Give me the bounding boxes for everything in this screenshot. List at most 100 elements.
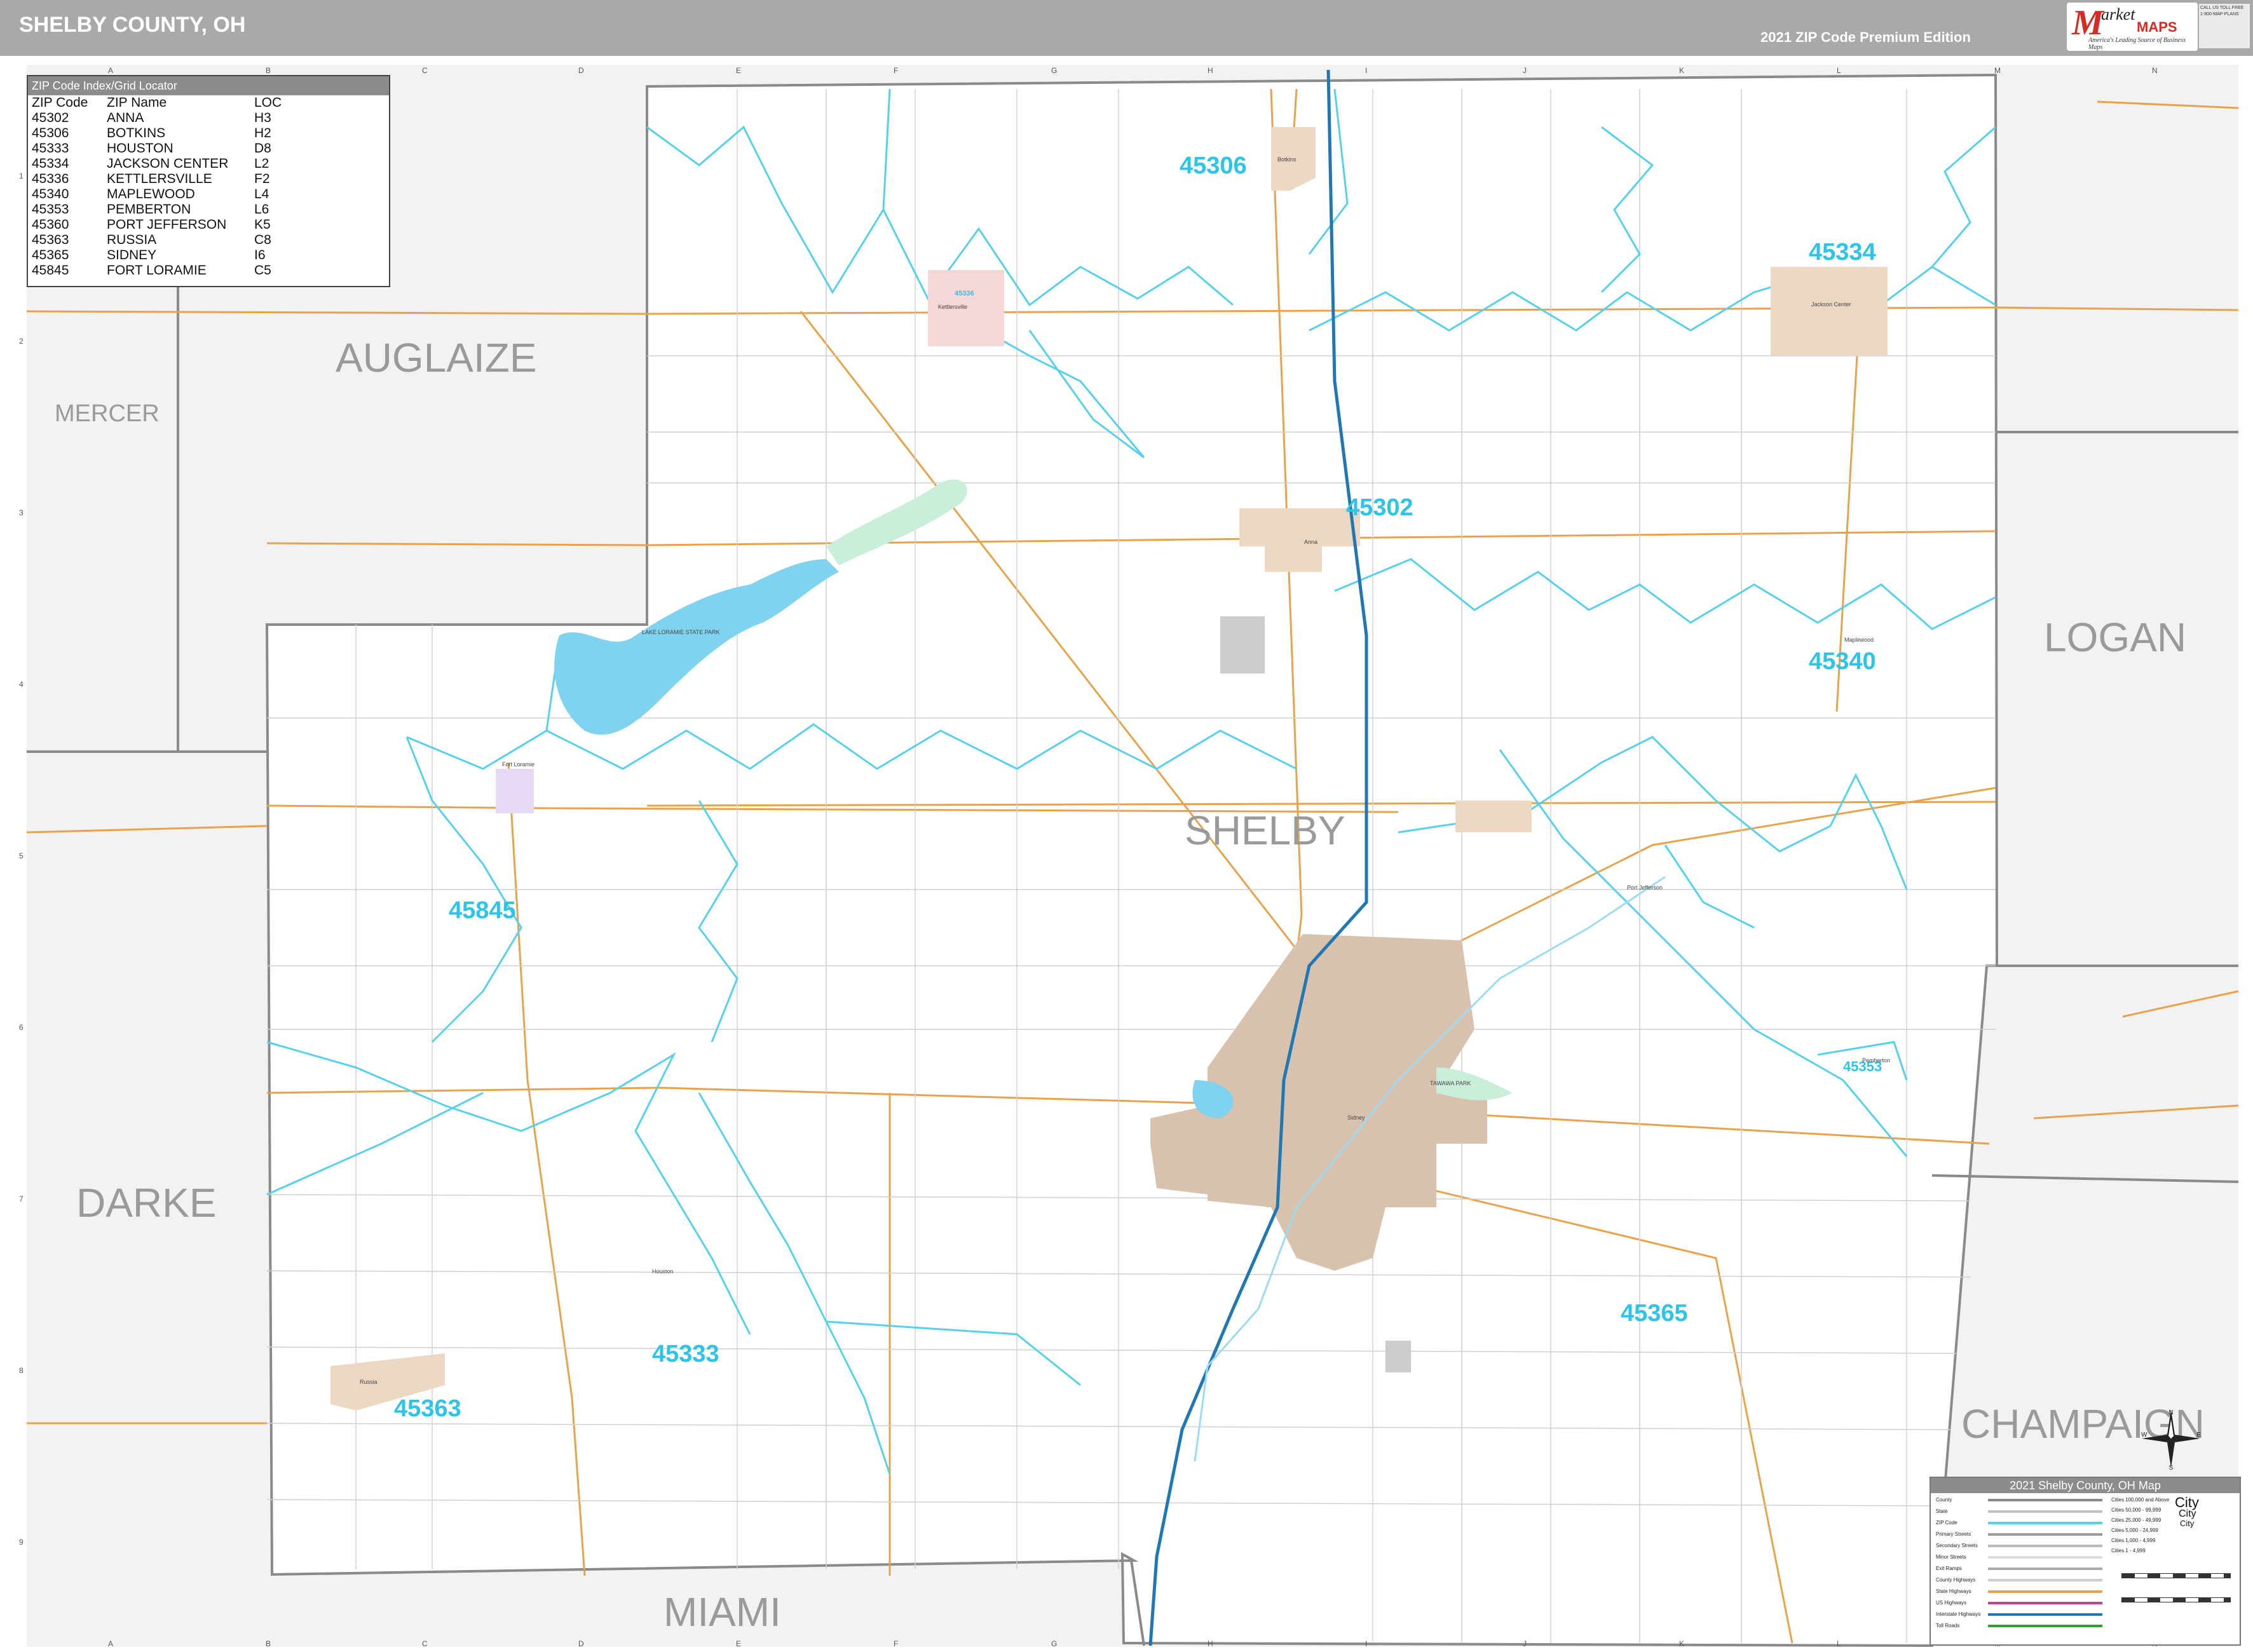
town-label-port-jefferson: Port Jefferson [1627,884,1663,891]
legend-item-label: US Highways [1936,1600,1967,1606]
zip-label-45336: 45336 [955,290,974,297]
zip-code-cell: 45336 [32,172,69,186]
table-row: 45302 ANNA H3 [31,111,284,126]
place-label-tawawa: TAWAWA PARK [1430,1080,1471,1087]
zip-index-table: ZIP Code ZIP Name LOC 45302 ANNA H3 4530… [31,95,284,278]
town-label-sidney: Sidney [1347,1114,1365,1121]
grid-col-label: B [266,66,271,75]
grid-col-label: I [1365,66,1368,75]
map-legend: 2021 Shelby County, OH Map County State … [1930,1477,2241,1646]
place-label-lake-loramie: LAKE LORAMIE STATE PARK [642,629,720,635]
county-label-mercer: MERCER [55,400,160,427]
grid-row-label: 8 [19,1366,24,1375]
compass-e: E [2196,1432,2201,1439]
grid-col-label: B [266,1639,271,1648]
header-bar: SHELBY COUNTY, OH 2021 ZIP Code Premium … [0,0,2253,56]
grid-row-label: 2 [19,337,24,346]
grid-row-label: 7 [19,1195,24,1203]
town-label-pemberton: Pemberton [1862,1057,1891,1064]
legend-item-label: Toll Roads [1936,1623,1960,1628]
zip-name-cell: FORT LORAMIE [107,263,207,278]
legend-swatch [1988,1533,2102,1536]
town-label-kettlersville: Kettlersville [938,304,968,310]
zip-name-cell: MAPLEWOOD [107,187,195,201]
grid-col-label: M [1994,66,2001,75]
town-label-anna: Anna [1304,539,1318,545]
grid-col-label: G [1051,66,1058,75]
grid-row-label: 3 [19,508,24,517]
grid-col-label: L [1837,1639,1841,1648]
compass-rose-icon: N S E W [2141,1409,2201,1470]
town-label-botkins: Botkins [1277,156,1297,163]
zip-label-45302: 45302 [1346,494,1413,521]
compass-n: N [2168,1409,2173,1416]
table-row: 45360 PORT JEFFERSON K5 [31,217,284,233]
legend-city-class: Cities 50,000 - 99,999 [2111,1507,2161,1513]
county-label-darke: DARKE [76,1180,217,1226]
zip-loc-cell: L4 [254,187,269,201]
legend-item-label: Primary Streets [1936,1531,1971,1537]
zip-label-45306: 45306 [1180,152,1247,179]
town-label-jackson-center: Jackson Center [1811,301,1851,308]
zip-loc-cell: I6 [254,248,266,262]
zip-label-45365: 45365 [1621,1300,1688,1327]
zip-loc-cell: C5 [254,263,271,278]
grid-row-label: 5 [19,851,24,860]
grid-col-label: H [1208,66,1213,75]
town-label-houston: Houston [652,1268,674,1275]
table-row: 45365 SIDNEY I6 [31,248,284,263]
grid-col-label: H [1208,1639,1213,1648]
zip-index-column-headers: ZIP Code ZIP Name LOC [31,95,284,111]
table-row: 45340 MAPLEWOOD L4 [31,187,284,202]
zip-name-cell: BOTKINS [107,126,166,140]
zip-loc-cell: C8 [254,233,271,247]
county-label-auglaize: AUGLAIZE [336,335,537,381]
legend-title: 2021 Shelby County, OH Map [1931,1478,2240,1493]
legend-item-label: Minor Streets [1936,1554,1966,1560]
legend-swatch [1988,1602,2102,1604]
legend-city-class: Cities 25,000 - 49,999 [2111,1517,2161,1523]
grid-col-label: K [1679,1639,1685,1648]
zip-name-cell: SIDNEY [107,248,157,262]
grid-col-label: G [1051,1639,1058,1648]
grid-row-label: 9 [19,1538,24,1547]
county-label-shelby: SHELBY [1185,808,1345,853]
legend-city-class: Cities 1,000 - 4,999 [2111,1538,2156,1543]
legend-swatch [1988,1567,2102,1570]
grid-row-label: 1 [19,172,24,180]
zip-index-header: ZIP Code Index/Grid Locator [27,75,390,95]
legend-swatch [1988,1522,2102,1524]
zip-loc-cell: L6 [254,202,269,217]
zip-code-cell: 45340 [32,187,69,201]
table-row: 45333 HOUSTON D8 [31,141,284,156]
grid-col-label: D [578,66,584,75]
zip-code-cell: 45333 [32,141,69,156]
zip-label-45340: 45340 [1809,648,1876,675]
contact-box: CALL US TOLL FREE 1-800-MAP-PLANS [2199,4,2250,48]
map-title: SHELBY COUNTY, OH [19,13,246,37]
logo-maps-word: MAPS [2137,19,2177,35]
grid-col-label: F [894,66,899,75]
zip-name-cell: RUSSIA [107,233,157,247]
zip-code-cell: 45334 [32,156,69,171]
grid-col-label: K [1679,66,1685,75]
zip-code-cell: 45353 [32,202,69,217]
grid-col-label: J [1523,66,1527,75]
zip-code-cell: 45302 [32,111,69,125]
grid-col-label: L [1837,66,1841,75]
grid-row-label: 4 [19,680,24,689]
legend-swatch [1988,1625,2102,1627]
legend-item-label: ZIP Code [1936,1520,1957,1526]
zip-col-header: LOC [254,95,282,110]
legend-item-label: Interstate Highways [1936,1611,1981,1617]
market-maps-logo: M arket MAPS America's Leading Source of… [2067,3,2198,51]
legend-item-label: State [1936,1508,1948,1514]
zip-label-45845: 45845 [449,897,516,924]
edition-label: 2021 ZIP Code Premium Edition [1760,29,1971,45]
zip-label-45363: 45363 [394,1395,461,1422]
zip-loc-cell: H3 [254,111,271,125]
grid-col-label: E [736,1639,742,1648]
zip-name-cell: KETTLERSVILLE [107,172,212,186]
compass-w: W [2141,1432,2147,1439]
zip-name-cell: PORT JEFFERSON [107,217,227,232]
